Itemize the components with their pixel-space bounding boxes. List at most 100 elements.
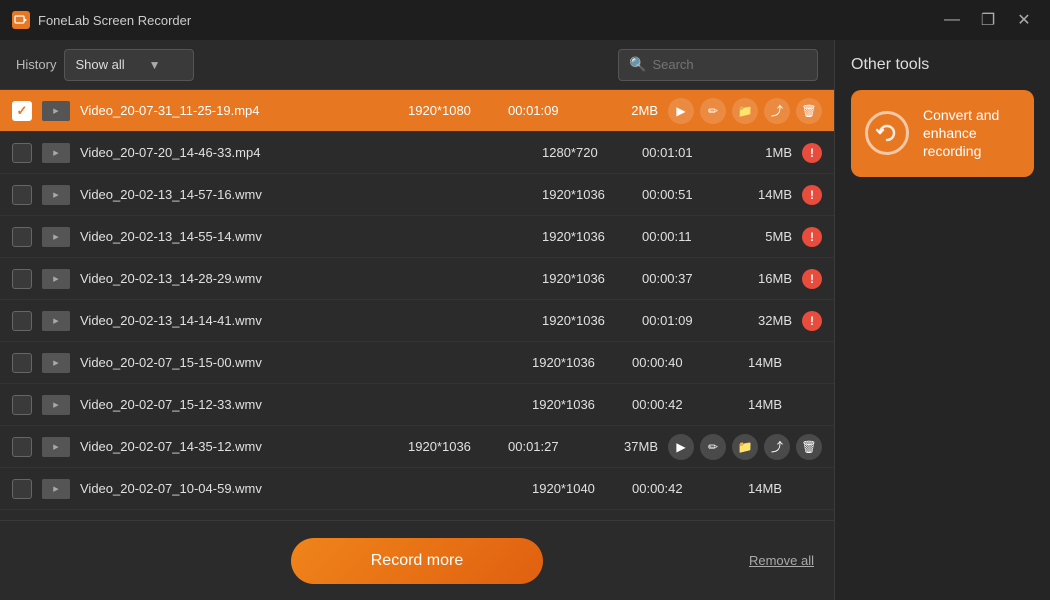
record-duration: 00:00:42 (632, 397, 722, 412)
video-thumbnail (42, 352, 70, 374)
record-resolution: 1920*1036 (542, 187, 642, 202)
video-thumb-icon (42, 437, 70, 457)
toolbar: History Show all ▼ 🔍 (0, 40, 834, 90)
footer: Record more Remove all (0, 520, 834, 600)
left-panel: History Show all ▼ 🔍 ✓ Video_20-07-31_11… (0, 40, 835, 600)
record-duration: 00:00:42 (632, 481, 722, 496)
row-checkbox[interactable] (12, 395, 32, 415)
video-thumbnail (42, 226, 70, 248)
record-resolution: 1920*1036 (542, 229, 642, 244)
table-row[interactable]: Video_20-02-13_14-28-29.wmv 1920*1036 00… (0, 258, 834, 300)
search-input[interactable] (652, 57, 807, 72)
search-icon: 🔍 (629, 56, 646, 73)
app-title: FoneLab Screen Recorder (38, 13, 191, 28)
share-button[interactable]: ⤴ (764, 434, 790, 460)
record-size: 32MB (732, 313, 792, 328)
share-button[interactable]: ⤴ (764, 98, 790, 124)
maximize-button[interactable]: ❐ (974, 6, 1002, 34)
video-thumbnail (42, 184, 70, 206)
video-thumb-icon (42, 227, 70, 247)
record-resolution: 1280*720 (542, 145, 642, 160)
video-thumb-icon (42, 353, 70, 373)
filter-dropdown[interactable]: Show all ▼ (64, 49, 194, 81)
edit-button[interactable]: ✏ (700, 98, 726, 124)
row-checkbox[interactable] (12, 185, 32, 205)
dropdown-value: Show all (75, 57, 124, 72)
error-badge: ! (802, 227, 822, 247)
delete-button[interactable]: 🗑 (796, 434, 822, 460)
record-size: 2MB (598, 103, 658, 118)
row-checkbox[interactable] (12, 269, 32, 289)
record-size: 14MB (732, 187, 792, 202)
chevron-down-icon: ▼ (149, 58, 161, 72)
record-filename: Video_20-02-13_14-28-29.wmv (80, 271, 532, 286)
table-row[interactable]: Video_20-02-07_14-35-12.wmv 1920*1036 00… (0, 426, 834, 468)
row-checkbox[interactable] (12, 227, 32, 247)
table-row[interactable]: Video_20-07-20_14-46-33.mp4 1280*720 00:… (0, 132, 834, 174)
video-thumbnail (42, 268, 70, 290)
app-icon (12, 11, 30, 29)
remove-all-button[interactable]: Remove all (749, 553, 814, 568)
table-row[interactable]: Video_20-02-07_15-15-00.wmv 1920*1036 00… (0, 342, 834, 384)
video-thumb-icon (42, 479, 70, 499)
record-resolution: 1920*1040 (532, 481, 632, 496)
history-label: History (16, 57, 56, 72)
record-resolution: 1920*1036 (532, 397, 632, 412)
record-size: 14MB (722, 355, 782, 370)
row-action-buttons: ▶ ✏ 📁 ⤴ 🗑 (668, 98, 822, 124)
row-checkbox[interactable] (12, 311, 32, 331)
record-filename: Video_20-02-07_14-35-12.wmv (80, 439, 398, 454)
record-resolution: 1920*1036 (542, 271, 642, 286)
error-badge: ! (802, 269, 822, 289)
convert-icon (865, 111, 909, 155)
record-duration: 00:00:51 (642, 187, 732, 202)
table-row[interactable]: Video_20-02-07_15-12-33.wmv 1920*1036 00… (0, 384, 834, 426)
edit-button[interactable]: ✏ (700, 434, 726, 460)
record-filename: Video_20-02-13_14-55-14.wmv (80, 229, 532, 244)
folder-button[interactable]: 📁 (732, 98, 758, 124)
record-size: 37MB (598, 439, 658, 454)
record-duration: 00:01:27 (508, 439, 598, 454)
record-duration: 00:01:09 (508, 103, 598, 118)
record-filename: Video_20-02-13_14-57-16.wmv (80, 187, 532, 202)
play-button[interactable]: ▶ (668, 98, 694, 124)
convert-enhance-label: Convert and enhance recording (923, 106, 1020, 161)
play-button[interactable]: ▶ (668, 434, 694, 460)
convert-enhance-tool[interactable]: Convert and enhance recording (851, 90, 1034, 177)
search-box: 🔍 (618, 49, 818, 81)
table-row[interactable]: ✓ Video_20-07-31_11-25-19.mp4 1920*1080 … (0, 90, 834, 132)
toolbar-left: History Show all ▼ (16, 49, 194, 81)
title-bar-left: FoneLab Screen Recorder (12, 11, 191, 29)
record-size: 5MB (732, 229, 792, 244)
row-checkbox[interactable] (12, 437, 32, 457)
record-more-button[interactable]: Record more (291, 538, 543, 584)
error-badge: ! (802, 185, 822, 205)
minimize-button[interactable]: — (938, 6, 966, 34)
table-row[interactable]: Video_20-02-13_14-57-16.wmv 1920*1036 00… (0, 174, 834, 216)
video-thumb-icon (42, 143, 70, 163)
record-size: 1MB (732, 145, 792, 160)
table-row[interactable]: Video_20-02-07_10-04-59.wmv 1920*1040 00… (0, 468, 834, 510)
record-resolution: 1920*1036 (532, 355, 632, 370)
row-checkbox[interactable] (12, 479, 32, 499)
record-resolution: 1920*1080 (408, 103, 508, 118)
record-filename: Video_20-07-20_14-46-33.mp4 (80, 145, 532, 160)
video-thumb-icon (42, 395, 70, 415)
other-tools-title: Other tools (851, 56, 1034, 74)
record-size: 14MB (722, 397, 782, 412)
row-checkbox[interactable] (12, 353, 32, 373)
record-resolution: 1920*1036 (542, 313, 642, 328)
record-duration: 00:01:01 (642, 145, 732, 160)
table-row[interactable]: Video_20-02-13_14-14-41.wmv 1920*1036 00… (0, 300, 834, 342)
row-checkbox[interactable] (12, 143, 32, 163)
close-button[interactable]: ✕ (1010, 6, 1038, 34)
record-filename: Video_20-02-13_14-14-41.wmv (80, 313, 532, 328)
row-checkbox[interactable]: ✓ (12, 101, 32, 121)
record-filename: Video_20-02-07_15-15-00.wmv (80, 355, 522, 370)
window-controls: — ❐ ✕ (938, 6, 1038, 34)
table-row[interactable]: Video_20-02-13_14-55-14.wmv 1920*1036 00… (0, 216, 834, 258)
delete-button[interactable]: 🗑 (796, 98, 822, 124)
video-thumb-icon (42, 101, 70, 121)
table-row[interactable]: Video_20-02-06_17-48-44.wmv 1920*1080 00… (0, 510, 834, 520)
folder-button[interactable]: 📁 (732, 434, 758, 460)
